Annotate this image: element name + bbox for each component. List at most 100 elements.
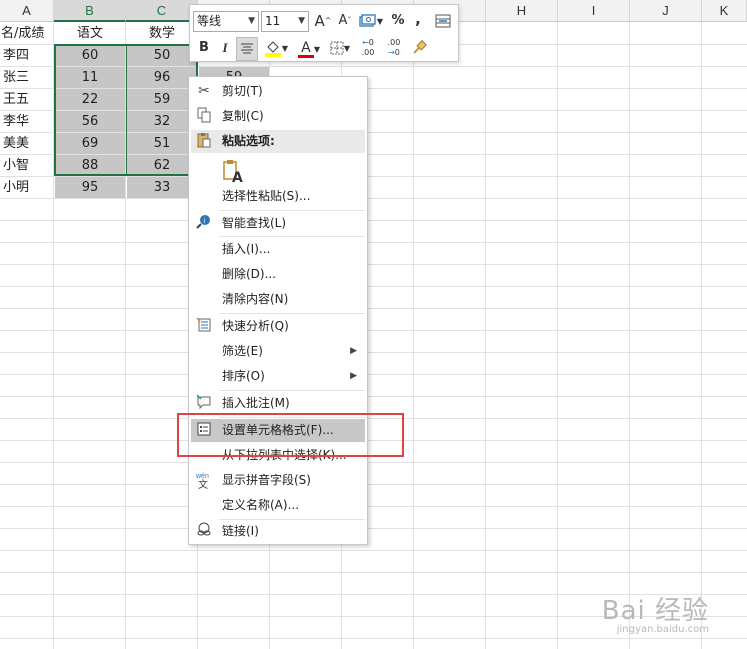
menu-item-clear-contents[interactable]: 清除内容(N) [191, 288, 365, 311]
align-center-button[interactable] [236, 37, 258, 61]
increase-decimal-button[interactable]: ←0 .00 [356, 37, 380, 61]
menu-item-copy[interactable]: 复制(C) [191, 105, 365, 128]
watermark: Bai 经验 jingyan.baidu.com [602, 590, 709, 635]
column-header-i[interactable]: I [558, 0, 630, 22]
menu-item-label: 定义名称(A)... [222, 498, 300, 512]
grid-line [0, 330, 747, 331]
increase-decimal-icon: ←0 [362, 38, 374, 47]
paste-clipboard-icon: A [222, 159, 243, 186]
align-center-icon [241, 43, 253, 53]
column-header-j[interactable]: J [630, 0, 702, 22]
grid-line [0, 220, 747, 221]
decrease-decimal-button[interactable]: .00 →0 [382, 37, 406, 61]
cell-chinese[interactable]: 11 [55, 67, 125, 88]
cell-chinese[interactable]: 22 [55, 89, 125, 110]
column-header-h[interactable]: H [486, 0, 558, 22]
fill-color-button[interactable]: ▼ [260, 37, 292, 61]
cell-chinese[interactable]: 88 [55, 155, 125, 176]
chevron-down-icon: ▼ [313, 45, 321, 54]
grid-line [0, 264, 747, 265]
borders-button[interactable]: ▼ [326, 37, 354, 61]
cell-math[interactable]: 59 [127, 89, 197, 110]
menu-item-label: 插入批注(M) [222, 396, 290, 410]
chevron-down-icon: ▼ [248, 16, 255, 26]
column-header-c[interactable]: C [126, 0, 198, 22]
font-color-button[interactable]: A ▼ [294, 37, 324, 61]
grow-font-icon: A [314, 12, 325, 30]
grid-line [125, 22, 126, 649]
grid-line [0, 308, 747, 309]
scissors-icon: ✂ [198, 83, 210, 99]
cell-name[interactable]: 李四 [3, 44, 53, 67]
grid-line [0, 396, 747, 397]
grid-line [557, 22, 558, 649]
menu-item-label: 链接(I) [222, 524, 259, 538]
cell-math[interactable]: 96 [127, 67, 197, 88]
menu-item-sort[interactable]: 排序(O) ▶ [191, 365, 365, 388]
spreadsheet-grid[interactable]: A B C D E F G H I J K 名/成绩 语文 数学 李四 60 5… [0, 0, 747, 649]
cell-math[interactable]: 51 [127, 133, 197, 154]
cell-name[interactable]: 小明 [3, 176, 53, 199]
cell-chinese[interactable]: 69 [55, 133, 125, 154]
merge-center-button[interactable] [432, 10, 454, 34]
menu-item-label: 清除内容(N) [222, 292, 289, 306]
menu-item-insert-comment[interactable]: 插入批注(M) [191, 392, 365, 415]
percent-style-button[interactable]: % [388, 10, 408, 34]
cell-math[interactable]: 62 [127, 155, 197, 176]
column-header-b[interactable]: B [54, 0, 126, 22]
grid-line [0, 506, 747, 507]
menu-item-label: 快速分析(Q) [222, 319, 289, 333]
comma-style-button[interactable]: , [410, 8, 426, 32]
grow-font-button[interactable]: A^ [313, 10, 333, 34]
accounting-format-button[interactable]: ▼ [356, 10, 386, 34]
cell-name[interactable]: 王五 [3, 88, 53, 111]
menu-item-define-name[interactable]: 定义名称(A)... [191, 494, 365, 517]
shrink-font-button[interactable]: Aˇ [335, 10, 355, 34]
menu-item-quick-analysis[interactable]: 快速分析(Q) [191, 315, 365, 338]
menu-item-label: 删除(D)... [222, 267, 277, 281]
submenu-arrow-icon: ▶ [350, 371, 357, 381]
cell-name[interactable]: 张三 [3, 66, 53, 89]
cell-chinese[interactable]: 56 [55, 111, 125, 132]
grid-line [701, 22, 702, 649]
cell-chinese[interactable]: 60 [55, 45, 125, 66]
chevron-down-icon: ▼ [376, 17, 384, 26]
watermark-url: jingyan.baidu.com [616, 624, 709, 635]
menu-item-filter[interactable]: 筛选(E) ▶ [191, 340, 365, 363]
cell-a1[interactable]: 名/成绩 [1, 22, 54, 45]
paint-bucket-icon [264, 40, 281, 57]
cell-name[interactable]: 小智 [3, 154, 53, 177]
menu-item-cut[interactable]: ✂ 剪切(T) [191, 80, 365, 103]
menu-item-insert[interactable]: 插入(I)... [191, 238, 365, 261]
cell-math[interactable]: 32 [127, 111, 197, 132]
grid-line [0, 242, 747, 243]
cell-math[interactable]: 33 [127, 177, 197, 198]
chevron-down-icon: ▼ [343, 44, 351, 53]
cell-math[interactable]: 50 [127, 45, 197, 66]
quick-analysis-icon [195, 317, 213, 335]
cell-chinese[interactable]: 95 [55, 177, 125, 198]
format-painter-button[interactable] [408, 37, 430, 61]
cell-b1[interactable]: 语文 [54, 22, 126, 45]
cell-name[interactable]: 李华 [3, 110, 53, 133]
cell-c1[interactable]: 数学 [126, 22, 198, 45]
grid-line [0, 528, 747, 529]
menu-item-label: 选择性粘贴(S)... [222, 189, 311, 203]
menu-item-delete[interactable]: 删除(D)... [191, 263, 365, 286]
column-header-k[interactable]: K [702, 0, 747, 22]
chevron-down-icon: ▼ [298, 16, 305, 26]
font-name-combo[interactable]: 等线 ▼ [193, 11, 259, 32]
cell-name[interactable]: 美美 [3, 132, 53, 155]
svg-text:wén: wén [195, 473, 209, 480]
font-size-combo[interactable]: 11 ▼ [261, 11, 309, 32]
italic-button[interactable]: I [215, 37, 235, 61]
column-header-a[interactable]: A [0, 0, 54, 22]
menu-item-smart-lookup[interactable]: i 智能查找(L) [191, 212, 365, 235]
bold-button[interactable]: B [194, 37, 214, 61]
paste-option-keep-text[interactable]: A [191, 157, 365, 187]
menu-item-label: 粘贴选项: [222, 134, 275, 148]
grid-line [0, 462, 747, 463]
menu-item-paste-special[interactable]: 选择性粘贴(S)... [191, 185, 365, 208]
menu-item-show-phonetic[interactable]: wén 文 显示拼音字段(S) [191, 469, 365, 492]
menu-item-link[interactable]: 链接(I) [191, 520, 365, 543]
